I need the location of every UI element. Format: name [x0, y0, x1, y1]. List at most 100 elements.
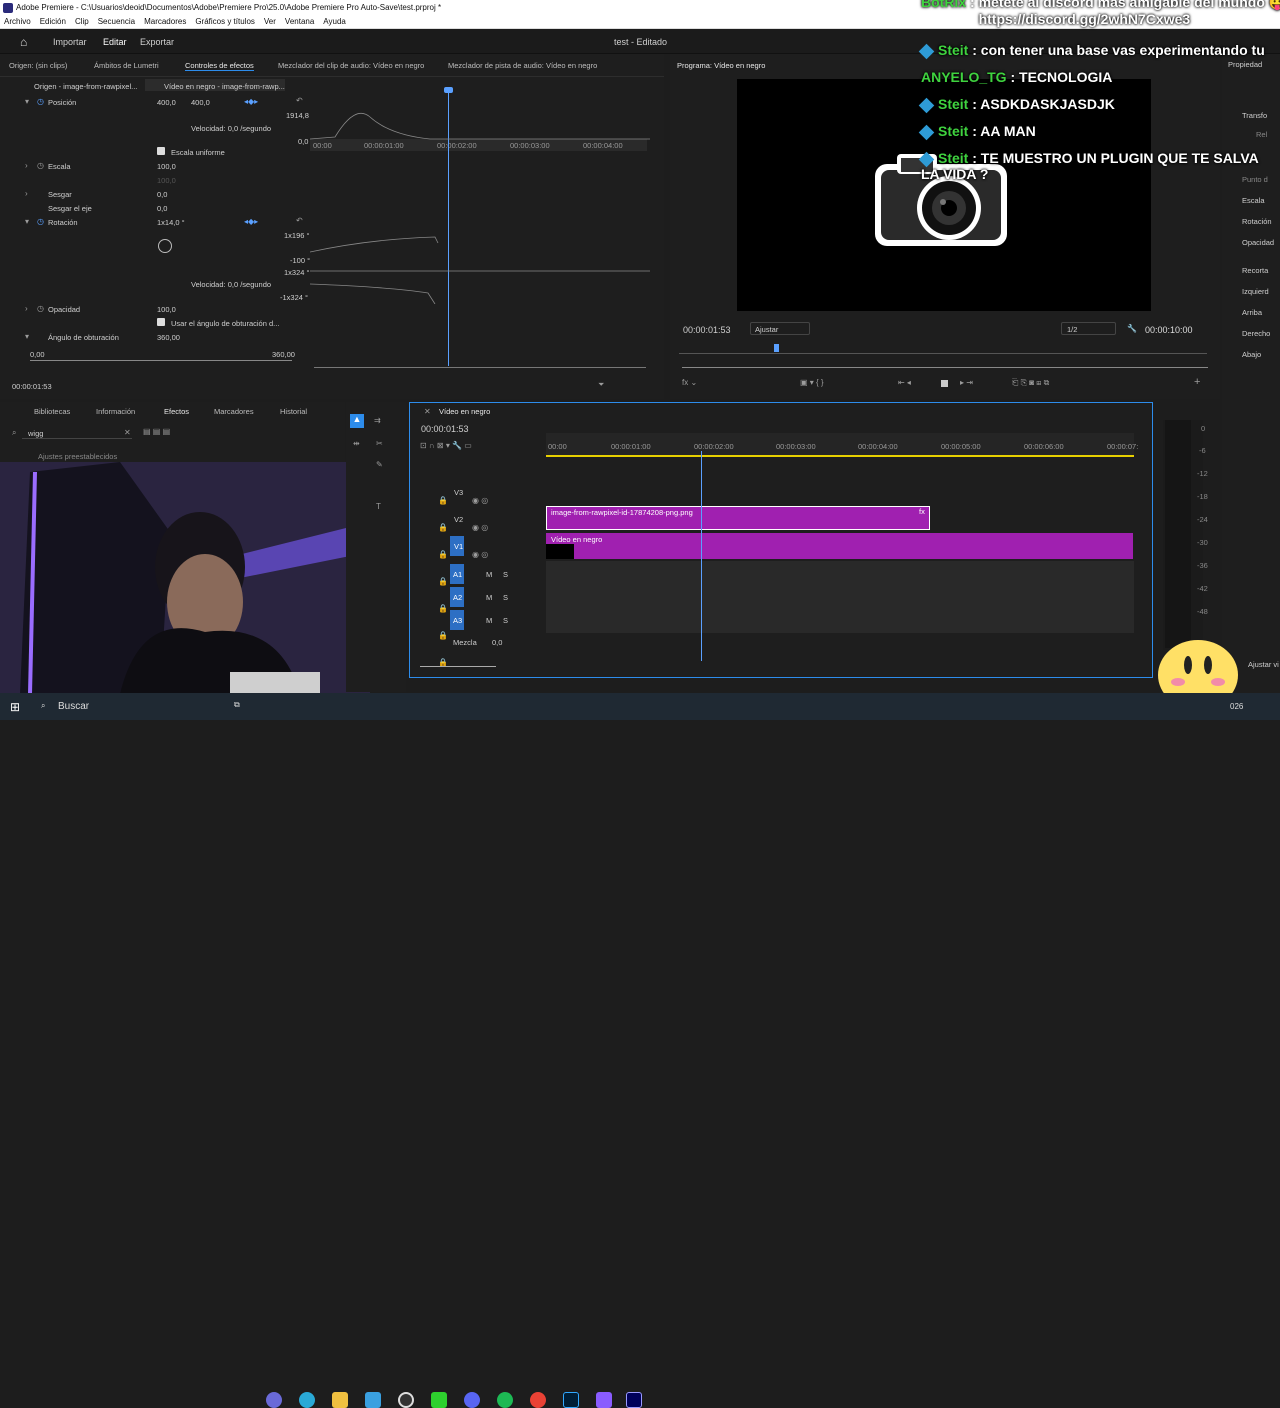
solo-a3[interactable]: S: [503, 616, 508, 625]
chevron-down-icon[interactable]: ▾: [25, 217, 29, 226]
track-a3-label[interactable]: A3: [453, 616, 462, 625]
sesgar-eje-value[interactable]: 0,0: [157, 204, 167, 213]
folder-icons[interactable]: ▤ ▤ ▤: [143, 427, 170, 436]
snap-icons[interactable]: ⊡ ∩ ⊠ ▾ 🔧 ▭: [420, 441, 472, 450]
close-tab-icon[interactable]: ✕: [424, 407, 431, 416]
export-frame-icon[interactable]: ⎗ ⎘ ◙ ⊞ ⧉: [1012, 378, 1049, 388]
chrome-icon[interactable]: [530, 1392, 546, 1408]
store-icon[interactable]: [365, 1392, 381, 1408]
home-icon[interactable]: ⌂: [20, 35, 27, 49]
ec-playhead-head[interactable]: [444, 87, 453, 93]
fit-footer[interactable]: Ajustar vi: [1248, 660, 1279, 669]
track-a2-label[interactable]: A2: [453, 593, 462, 602]
eye-icons[interactable]: ◉ ◎ ◉ ◎ ◉ ◎: [472, 487, 488, 568]
filter-icon[interactable]: ⏷: [598, 380, 604, 390]
edge-icon[interactable]: [299, 1392, 315, 1408]
solo-a2[interactable]: S: [503, 593, 508, 602]
rotacion-value[interactable]: 1x14,0 °: [157, 218, 185, 227]
tab-lumetri[interactable]: Ámbitos de Lumetri: [94, 61, 159, 70]
chevron-right-icon[interactable]: ›: [25, 304, 28, 313]
track-a1-label[interactable]: A1: [453, 570, 462, 579]
app-icon[interactable]: [596, 1392, 612, 1408]
timeline-playhead[interactable]: [701, 451, 702, 661]
tab-editar[interactable]: Editar: [103, 37, 127, 47]
pos-y-value[interactable]: 400,0: [191, 98, 210, 107]
timeline-zoom-bar[interactable]: [420, 666, 496, 667]
clip-v1[interactable]: [546, 533, 1133, 559]
stopwatch-icon[interactable]: ◷: [37, 304, 44, 313]
section-recortar[interactable]: Recorta: [1242, 266, 1268, 275]
menu-graficos[interactable]: Gráficos y títulos: [195, 17, 255, 26]
mute-a2[interactable]: M: [486, 593, 492, 602]
chevron-right-icon[interactable]: ›: [25, 189, 28, 198]
menu-archivo[interactable]: Archivo: [4, 17, 31, 26]
wrench-icon[interactable]: 🔧: [1127, 324, 1137, 333]
obs-icon[interactable]: [398, 1392, 414, 1408]
keyframe-nav-icon[interactable]: ◂◆▸: [244, 217, 258, 226]
program-title[interactable]: Programa: Vídeo en negro: [677, 61, 765, 70]
angulo-value[interactable]: 360,00: [157, 333, 180, 342]
tab-exportar[interactable]: Exportar: [140, 37, 174, 47]
sequence-tab[interactable]: Vídeo en negro: [439, 407, 490, 416]
subtab-origin[interactable]: Origen - image-from-rawpixel...: [34, 82, 137, 91]
keyframe-nav-icon[interactable]: ◂◆▸: [244, 97, 258, 106]
lock-icons[interactable]: 🔒 🔒 🔒 🔒 🔒 🔒 🔒: [438, 487, 448, 676]
track-v2-label[interactable]: V2: [454, 515, 463, 524]
ec-zoom-scroll[interactable]: [314, 367, 646, 368]
menu-secuencia[interactable]: Secuencia: [98, 17, 135, 26]
stopwatch-icon[interactable]: ◷: [37, 217, 44, 226]
menu-ventana[interactable]: Ventana: [285, 17, 314, 26]
menu-marcadores[interactable]: Marcadores: [144, 17, 186, 26]
tab-importar[interactable]: Importar: [53, 37, 87, 47]
rotation-dial-icon[interactable]: [158, 239, 172, 253]
menu-clip[interactable]: Clip: [75, 17, 89, 26]
copilot-icon[interactable]: [266, 1392, 282, 1408]
close-icon[interactable]: ✕: [124, 428, 131, 437]
ripple-edit-icon[interactable]: ⇹: [353, 439, 360, 448]
track-v3-label[interactable]: V3: [454, 488, 463, 497]
program-zoom-bar[interactable]: [682, 367, 1208, 368]
program-ruler[interactable]: [679, 342, 1207, 354]
photoshop-icon[interactable]: [563, 1392, 579, 1408]
track-select-icon[interactable]: ⇉: [374, 416, 381, 425]
mute-a1[interactable]: M: [486, 570, 492, 579]
selection-tool-icon[interactable]: ▲: [350, 414, 364, 428]
taskbar-search[interactable]: Buscar: [58, 701, 89, 712]
type-tool-icon[interactable]: T: [376, 502, 381, 511]
stopwatch-icon[interactable]: ◷: [37, 97, 44, 106]
kick-icon[interactable]: [431, 1392, 447, 1408]
chevron-down-icon[interactable]: ▾: [25, 332, 29, 341]
menu-ver[interactable]: Ver: [264, 17, 276, 26]
tab-mezclador-pista[interactable]: Mezclador de pista de audio: Vídeo en ne…: [448, 61, 597, 70]
windows-start-icon[interactable]: ⊞: [10, 700, 20, 714]
tab-efectos[interactable]: Efectos: [164, 407, 189, 416]
tab-controles-efectos[interactable]: Controles de efectos: [185, 61, 254, 71]
pos-x-value[interactable]: 400,0: [157, 98, 176, 107]
menu-edicion[interactable]: Edición: [40, 17, 66, 26]
add-button-icon[interactable]: +: [1194, 376, 1200, 388]
reset-icon[interactable]: ↶: [296, 216, 303, 225]
fx-icon[interactable]: fx ⌄: [682, 378, 697, 387]
checkbox-escala-uniforme[interactable]: [157, 147, 165, 155]
stop-icon[interactable]: [941, 380, 948, 387]
chevron-right-icon[interactable]: ›: [25, 161, 28, 170]
premiere-icon[interactable]: [626, 1392, 642, 1408]
step-back-icon[interactable]: ⇤ ◂: [898, 378, 911, 387]
angle-slider[interactable]: [30, 360, 292, 361]
program-timecode[interactable]: 00:00:01:53: [683, 325, 731, 335]
spotify-icon[interactable]: [497, 1392, 513, 1408]
track-v1-label[interactable]: V1: [454, 542, 463, 551]
task-view-icon[interactable]: ⧉: [234, 700, 240, 710]
solo-a1[interactable]: S: [503, 570, 508, 579]
program-playhead[interactable]: [774, 344, 779, 352]
reset-icon[interactable]: ↶: [296, 96, 303, 105]
escala-value[interactable]: 100,0: [157, 162, 176, 171]
razor-icon[interactable]: ✂: [376, 439, 383, 448]
ec-timecode[interactable]: 00:00:01:53: [12, 382, 52, 391]
chevron-down-icon[interactable]: ▾: [25, 97, 29, 106]
play-icon[interactable]: ▸ ⇥: [960, 378, 973, 387]
tab-mezclador-clip[interactable]: Mezclador del clip de audio: Vídeo en ne…: [278, 61, 424, 70]
mute-a3[interactable]: M: [486, 616, 492, 625]
tab-bibliotecas[interactable]: Bibliotecas: [34, 407, 70, 416]
tab-historial[interactable]: Historial: [280, 407, 307, 416]
